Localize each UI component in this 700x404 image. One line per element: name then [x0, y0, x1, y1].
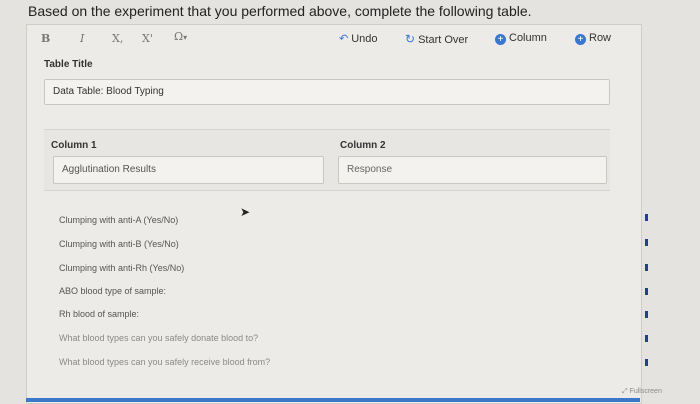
row-handle-icon[interactable] [645, 264, 648, 271]
mouse-cursor-icon: ➤ [240, 205, 251, 219]
row-handle-icon[interactable] [645, 359, 648, 366]
row-label-anti-rh[interactable]: Clumping with anti-Rh (Yes/No) [53, 258, 324, 278]
omega-icon: Ω [174, 30, 184, 43]
row-handle-icon[interactable] [645, 288, 648, 295]
undo-button[interactable]: ↶ Undo [339, 32, 378, 45]
add-column-label: Column [509, 32, 547, 44]
row-label-anti-a[interactable]: Clumping with anti-A (Yes/No) [53, 210, 324, 230]
row-label-anti-b[interactable]: Clumping with anti-B (Yes/No) [53, 234, 324, 254]
row-label-donate[interactable]: What blood types can you safely donate b… [53, 328, 324, 348]
undo-label: Undo [351, 33, 378, 45]
chevron-down-icon: ▾ [183, 33, 188, 42]
table-editor-panel: B I X, X' Ω▾ ↶ Undo ↻ Start Over + Column +… [26, 24, 648, 404]
row-handle-icon[interactable] [645, 214, 648, 221]
italic-button[interactable]: I [80, 32, 84, 45]
column-2-label: Column 2 [340, 140, 386, 151]
editor-toolbar: B I X, X' Ω▾ ↶ Undo ↻ Start Over + Column +… [27, 25, 641, 53]
fullscreen-button[interactable]: ⤢ Fullscreen [622, 388, 662, 396]
add-column-button[interactable]: + Column [495, 32, 547, 45]
fullscreen-label: Fullscreen [629, 388, 662, 395]
plus-circle-icon: + [575, 34, 586, 45]
column-1-input[interactable]: Agglutination Results [53, 156, 324, 184]
row-handle-icon[interactable] [645, 239, 648, 246]
subscript-button[interactable]: X, [112, 32, 123, 45]
bold-button[interactable]: B [41, 32, 50, 45]
start-over-button[interactable]: ↻ Start Over [405, 32, 468, 46]
bottom-accent-bar [26, 398, 640, 402]
expand-icon: ⤢ [622, 388, 630, 395]
start-over-label: Start Over [418, 34, 469, 46]
column-2-input[interactable]: Response [338, 156, 607, 184]
undo-icon: ↶ [339, 33, 349, 45]
instruction-text: Based on the experiment that you perform… [28, 3, 532, 19]
row-handle-icon[interactable] [645, 335, 648, 342]
column-1-label: Column 1 [51, 140, 97, 151]
symbol-button[interactable]: Ω▾ [174, 30, 187, 43]
row-label-receive[interactable]: What blood types can you safely receive … [53, 352, 324, 372]
add-row-button[interactable]: + Row [575, 32, 611, 45]
row-label-abo-type[interactable]: ABO blood type of sample: [53, 281, 324, 301]
refresh-icon: ↻ [405, 32, 416, 46]
table-title-input[interactable]: Data Table: Blood Typing [44, 79, 610, 105]
plus-circle-icon: + [495, 34, 506, 45]
table-title-label: Table Title [44, 59, 93, 70]
row-handle-icon[interactable] [645, 311, 648, 318]
row-label-rh-blood[interactable]: Rh blood of sample: [53, 304, 324, 324]
superscript-button[interactable]: X' [142, 32, 153, 45]
add-row-label: Row [589, 32, 612, 44]
